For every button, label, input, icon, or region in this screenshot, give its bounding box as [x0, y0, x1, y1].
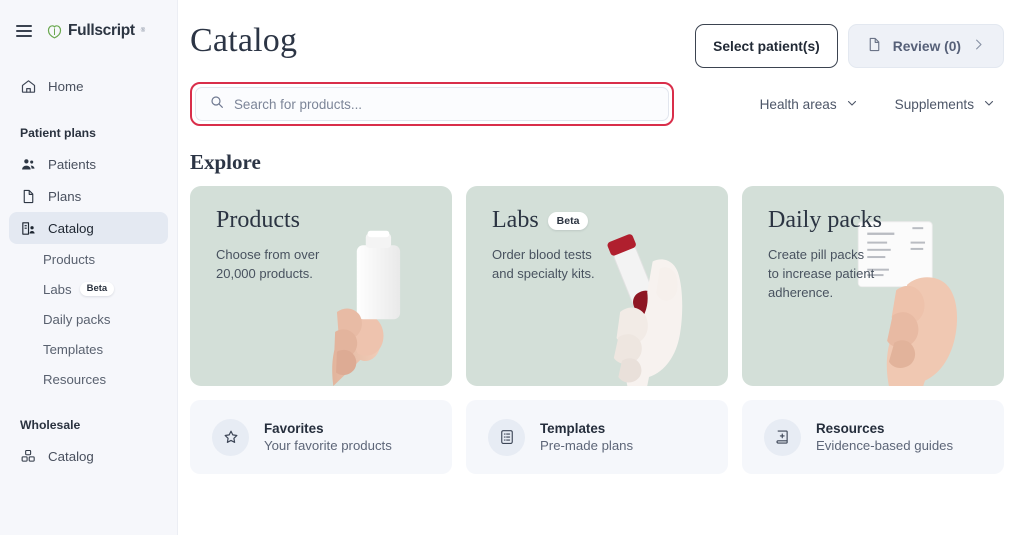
chevron-down-icon — [845, 96, 859, 113]
sidebar-item-label: Plans — [48, 188, 82, 204]
card-labs[interactable]: Labs Beta Order blood tests and specialt… — [466, 186, 728, 386]
book-plus-icon — [764, 418, 801, 456]
hamburger-icon[interactable] — [16, 25, 32, 37]
search-highlight-ring — [190, 82, 674, 126]
review-label: Review (0) — [892, 38, 961, 54]
quick-link-text: Templates Pre-made plans — [540, 421, 633, 453]
sidebar-subitem-label: Resources — [43, 371, 107, 387]
quick-link-subtitle: Your favorite products — [264, 438, 392, 453]
catalog-icon — [20, 220, 37, 237]
card-description: Create pill packs to increase patient ad… — [768, 246, 875, 300]
star-icon — [212, 418, 249, 456]
sidebar-item-wholesale-catalog[interactable]: Catalog — [9, 440, 168, 472]
card-title-text: Labs — [492, 207, 539, 233]
card-title-text: Products — [216, 207, 300, 233]
card-description: Order blood tests and specialty kits. — [492, 246, 595, 281]
beta-badge: Beta — [547, 211, 589, 231]
chevron-right-icon — [971, 37, 986, 55]
select-patients-button[interactable]: Select patient(s) — [695, 24, 838, 68]
sidebar-subitem-resources[interactable]: Resources — [9, 364, 168, 394]
quick-link-title: Favorites — [264, 421, 324, 436]
sidebar-header: Fullscript ® — [0, 0, 177, 62]
sidebar-subitem-label: Templates — [43, 341, 104, 357]
sidebar-subitem-labs[interactable]: Labs Beta — [9, 274, 168, 304]
chevron-down-icon — [982, 96, 996, 113]
card-title: Labs Beta — [492, 207, 623, 234]
search-field[interactable] — [195, 87, 669, 121]
sidebar-item-home[interactable]: Home — [9, 70, 168, 102]
card-labs-body: Labs Beta Order blood tests and specialt… — [466, 186, 623, 284]
card-description: Choose from over 20,000 products. — [216, 246, 320, 281]
filter-supplements[interactable]: Supplements — [895, 96, 996, 113]
sidebar-subitem-label: Products — [43, 251, 96, 267]
app-root: Fullscript ® Home Patient plans Patients… — [0, 0, 1024, 535]
search-icon — [209, 94, 225, 115]
sidebar-subitem-label: Labs — [43, 281, 72, 297]
card-daily-packs[interactable]: Daily packs Create pill packs to increas… — [742, 186, 1004, 386]
page-title: Catalog — [190, 22, 298, 59]
explore-cards: Products Choose from over 20,000 product… — [190, 186, 1004, 386]
sidebar-subitem-templates[interactable]: Templates — [9, 334, 168, 364]
sidebar-item-label: Catalog — [48, 220, 94, 236]
card-products-body: Products Choose from over 20,000 product… — [190, 186, 347, 284]
home-icon — [20, 78, 37, 95]
search-input[interactable] — [234, 96, 655, 112]
sidebar-subitem-products[interactable]: Products — [9, 244, 168, 274]
leaf-icon — [46, 23, 63, 40]
brand-name: Fullscript — [68, 22, 135, 39]
sidebar-subitem-daily-packs[interactable]: Daily packs — [9, 304, 168, 334]
boxes-icon — [20, 448, 37, 465]
quick-link-title: Templates — [540, 421, 606, 436]
quick-link-templates[interactable]: Templates Pre-made plans — [466, 400, 728, 474]
sidebar-item-label: Home — [48, 78, 84, 94]
card-daily-packs-body: Daily packs Create pill packs to increas… — [742, 186, 899, 302]
card-title: Products — [216, 207, 347, 234]
page-header: Catalog Select patient(s) Review (0) — [190, 0, 1004, 68]
quick-link-subtitle: Evidence-based guides — [816, 438, 954, 453]
document-icon — [20, 188, 37, 205]
sidebar-item-plans[interactable]: Plans — [9, 180, 168, 212]
header-actions: Select patient(s) Review (0) — [695, 22, 1004, 68]
quick-link-favorites[interactable]: Favorites Your favorite products — [190, 400, 452, 474]
quick-link-subtitle: Pre-made plans — [540, 438, 634, 453]
quick-link-resources[interactable]: Resources Evidence-based guides — [742, 400, 1004, 474]
main-content: Catalog Select patient(s) Review (0) Sea… — [178, 0, 1024, 535]
search-and-filters: Health areas Supplements — [190, 82, 1004, 126]
card-title: Daily packs — [768, 207, 899, 234]
sidebar-section-wholesale: Wholesale — [20, 418, 81, 432]
card-title-text: Daily packs — [768, 207, 882, 233]
list-icon — [488, 418, 525, 456]
people-icon — [20, 156, 37, 173]
document-icon — [866, 36, 883, 56]
beta-badge: Beta — [79, 281, 115, 297]
filter-label: Health areas — [759, 96, 837, 112]
trademark-symbol: ® — [140, 28, 146, 34]
filter-label: Supplements — [894, 96, 974, 112]
sidebar-item-label: Patients — [48, 156, 97, 172]
sidebar-item-label: Catalog — [48, 448, 94, 464]
quick-links: Favorites Your favorite products Templat… — [190, 400, 1004, 474]
sidebar-section-patient-plans: Patient plans — [20, 126, 96, 140]
sidebar-item-patients[interactable]: Patients — [9, 148, 168, 180]
filter-group: Health areas Supplements — [760, 96, 1004, 113]
quick-link-text: Resources Evidence-based guides — [816, 421, 953, 453]
quick-link-text: Favorites Your favorite products — [264, 421, 392, 453]
card-products[interactable]: Products Choose from over 20,000 product… — [190, 186, 452, 386]
brand-logo[interactable]: Fullscript ® — [46, 22, 145, 40]
sidebar-subitem-label: Daily packs — [43, 311, 111, 327]
explore-heading: Explore — [190, 150, 261, 174]
sidebar: Fullscript ® Home Patient plans Patients… — [0, 0, 178, 535]
sidebar-item-catalog[interactable]: Catalog — [9, 212, 168, 244]
select-patients-label: Select patient(s) — [713, 38, 820, 54]
filter-health-areas[interactable]: Health areas — [760, 96, 859, 113]
review-button[interactable]: Review (0) — [847, 24, 1004, 68]
quick-link-title: Resources — [816, 421, 885, 436]
